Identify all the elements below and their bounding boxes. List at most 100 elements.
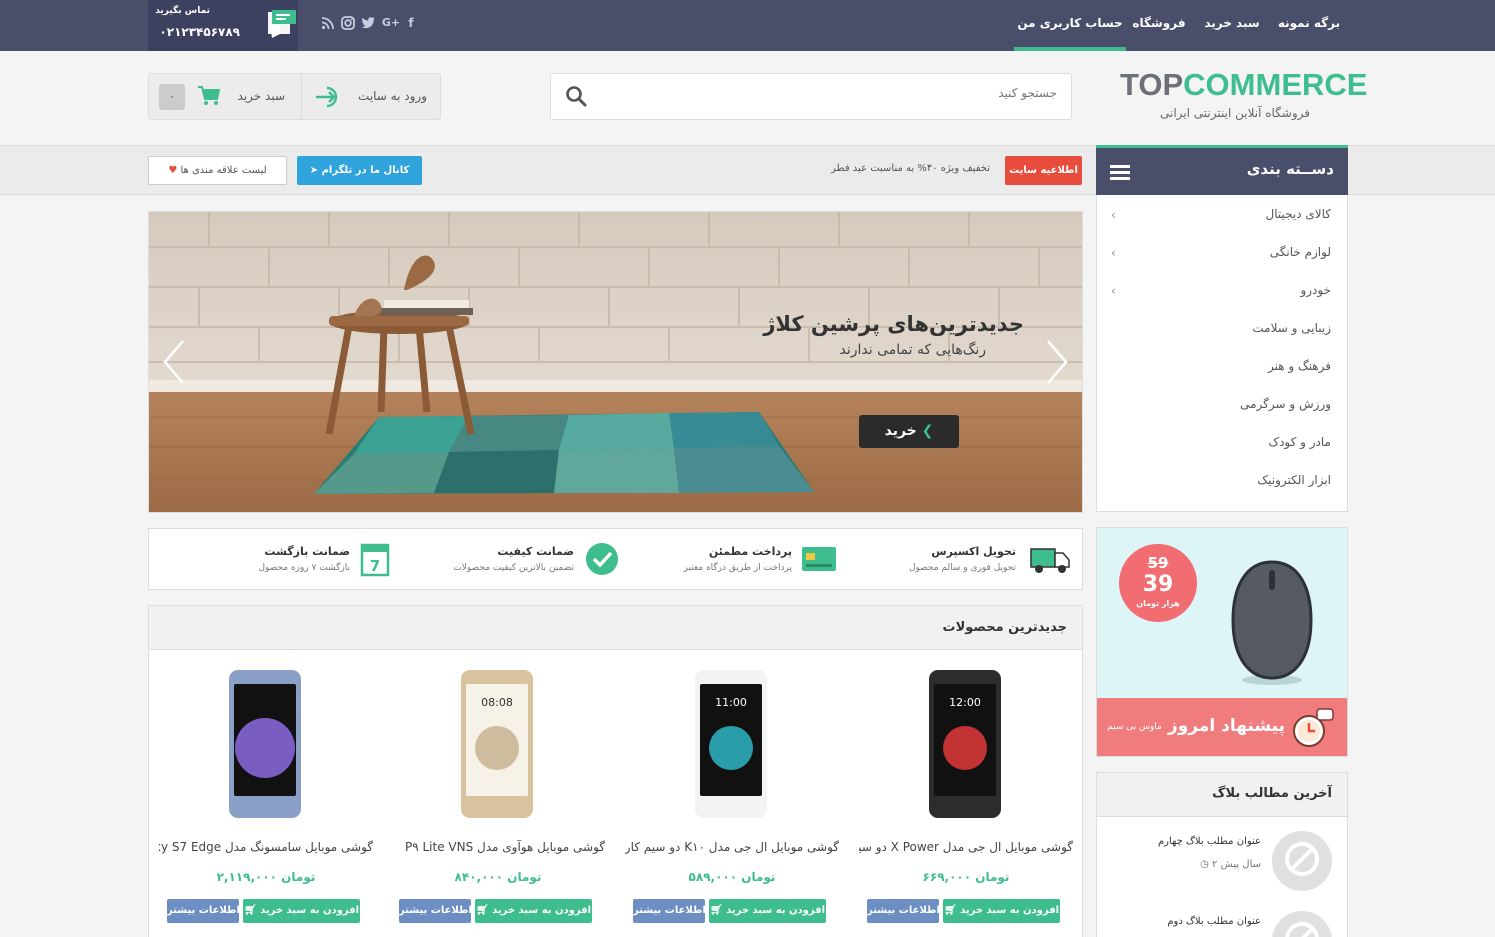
tagline: فروشگاه آنلاین اینترنتی ایرانی [1160, 106, 1310, 120]
add-to-cart-button[interactable]: 🛒︎ افزودن به سبد خرید [475, 899, 592, 923]
category-label: زیبایی و سلامت [1252, 321, 1331, 335]
logo[interactable]: TOPCOMMERCE [1120, 67, 1367, 103]
features-bar: تحویل اکسپرس تحویل فوری و سالم محصول پرد… [148, 528, 1083, 590]
feature-subtitle: تحویل فوری و سالم محصول [908, 563, 1016, 573]
category-header[interactable]: دســته بندی [1096, 145, 1348, 195]
cart-icon: 🛒︎ [709, 905, 727, 916]
product-card[interactable]: 08:08 گوشی موبایل هوآوی مدل P۹ Lite VNS ۸۴… [381, 650, 615, 937]
product-name[interactable]: گوشی موبایل ال جی مدل K۱۰ دو سیم کارت [625, 840, 839, 854]
heart-icon: ♥ [168, 165, 181, 176]
product-screen-time: 08:08 [481, 696, 513, 709]
logo-part-top: TOP [1120, 67, 1184, 102]
category-item[interactable]: ورزش و سرگرمی [1097, 386, 1347, 424]
product-name[interactable]: گوشی موبایل ال جی مدل X Power دو سیم کار… [859, 840, 1073, 854]
chevron-left-icon: ❮ [921, 423, 934, 439]
nav-sample-page[interactable]: برگه نمونه [1270, 0, 1348, 51]
product-image[interactable]: 08:08 [459, 668, 535, 820]
search-input[interactable] [617, 86, 1057, 100]
facebook-icon[interactable]: f [403, 15, 419, 31]
product-card[interactable]: 12:00 گوشی موبایل ال جی مدل X Power دو سی… [849, 650, 1083, 937]
category-item[interactable]: لوازم خانگی ‹ [1097, 234, 1347, 272]
product-price: ۲,۱۱۹,۰۰۰ تومان [216, 870, 316, 884]
header-cart-button[interactable]: سبد خرید ۰ [149, 74, 299, 119]
product-name[interactable]: گوشی موبایل سامسونگ مدل Galaxy S7 Edge [159, 840, 373, 854]
product-screen-time: 12:00 [949, 696, 981, 709]
login-button[interactable]: ورود به سایت [301, 74, 441, 119]
category-list: کالای دیجیتال ‹ لوازم خانگی ‹ خودرو ‹ زیبایی و… [1096, 195, 1348, 512]
product-image[interactable] [227, 668, 303, 820]
announcement-badge: اطلاعیه سایت [1005, 156, 1082, 185]
nav-my-account[interactable]: حساب کاربری من [1014, 0, 1126, 51]
blog-post-item[interactable]: عنوان مطلب بلاگ چهارم ◷ ۲ سال پیش [1097, 817, 1347, 897]
blog-post-title[interactable]: عنوان مطلب بلاگ دوم [1167, 916, 1261, 927]
chevron-left-icon[interactable]: ‹ [1111, 208, 1116, 222]
product-image[interactable]: 12:00 [927, 668, 1003, 820]
slider-prev-arrow-icon[interactable] [159, 337, 189, 387]
chat-support-icon [268, 10, 296, 38]
logo-part-commerce: COMMERCE [1183, 67, 1368, 102]
wishlist-button[interactable]: ♥ لیست علاقه مندی ها [148, 156, 287, 185]
product-card[interactable]: 11:00 گوشی موبایل ال جی مدل K۱۰ دو سیم کا… [615, 650, 849, 937]
category-title: دســته بندی [1246, 160, 1334, 178]
category-item[interactable]: کالای دیجیتال ‹ [1097, 196, 1347, 234]
category-item[interactable]: خودرو ‹ [1097, 272, 1347, 310]
more-info-button[interactable]: اطلاعات بیشتر [867, 899, 940, 923]
feature-subtitle: تضمین بالاترین کیفیت محصولات [453, 563, 574, 573]
blog-thumbnail[interactable] [1272, 911, 1332, 937]
category-item[interactable]: فرهنگ و هنر [1097, 348, 1347, 386]
feature-subtitle: بازگشت ۷ روزه محصول [258, 563, 350, 573]
instagram-icon[interactable] [340, 15, 356, 31]
add-to-cart-button[interactable]: 🛒︎ افزودن به سبد خرید [243, 899, 360, 923]
top-bar: برگه نمونه سبد خرید فروشگاه حساب کاربری … [0, 0, 1495, 51]
nav-cart[interactable]: سبد خرید [1196, 0, 1268, 51]
category-item[interactable]: زیبایی و سلامت [1097, 310, 1347, 348]
search-icon[interactable] [565, 85, 587, 107]
product-image[interactable]: 11:00 [693, 668, 769, 820]
more-info-button[interactable]: اطلاعات بیشتر [633, 899, 706, 923]
chevron-left-icon[interactable]: ‹ [1111, 246, 1116, 260]
telegram-icon: ➤ [309, 165, 322, 176]
daily-offer[interactable]: 59 39 هزار تومان پیشنهاد امروز ماوس بی س… [1096, 527, 1348, 757]
add-to-cart-label: افزودن به سبد خرید [726, 905, 826, 916]
product-name[interactable]: گوشی موبایل هوآوی مدل P۹ Lite VNS [391, 840, 605, 854]
twitter-icon[interactable] [360, 15, 376, 31]
product-screen-time: 11:00 [715, 696, 747, 709]
cart-count-badge: ۰ [159, 84, 185, 110]
hamburger-menu-icon[interactable] [1110, 164, 1130, 180]
rss-icon[interactable] [320, 15, 336, 31]
feature-title: ضمانت کیفیت [497, 545, 574, 558]
cart-icon: 🛒︎ [475, 905, 493, 916]
more-info-button[interactable]: اطلاعات بیشتر [167, 899, 240, 923]
add-to-cart-button[interactable]: 🛒︎ افزودن به سبد خرید [943, 899, 1060, 923]
account-box: ورود به سایت سبد خرید ۰ [148, 73, 441, 120]
chevron-left-icon[interactable]: ‹ [1111, 284, 1116, 298]
category-item[interactable]: ابزار الکترونیک [1097, 462, 1347, 500]
feature-secure-payment: پرداخت مطمئن پرداخت از طریق درگاه معتبر [617, 529, 850, 589]
no-image-icon [1285, 922, 1319, 937]
google-plus-icon[interactable]: G+ [380, 15, 402, 31]
add-to-cart-button[interactable]: 🛒︎ افزودن به سبد خرید [709, 899, 826, 923]
blog-thumbnail[interactable] [1272, 831, 1332, 891]
nav-shop[interactable]: فروشگاه [1128, 0, 1190, 51]
slider-next-arrow-icon[interactable] [1042, 337, 1072, 387]
check-badge-icon [586, 543, 618, 575]
offer-product-name: ماوس بی سیم [1107, 722, 1162, 732]
product-card[interactable]: گوشی موبایل سامسونگ مدل Galaxy S7 Edge ۲,… [149, 650, 383, 937]
slide-buy-button[interactable]: خرید ❮ [859, 415, 959, 448]
category-item[interactable]: مادر و کودک [1097, 424, 1347, 462]
product-price: ۵۸۹,۰۰۰ تومان [688, 870, 776, 884]
contact-label: تماس بگیرید [155, 6, 210, 16]
offer-bar: پیشنهاد امروز ماوس بی سیم [1097, 698, 1347, 756]
cart-icon: 🛒︎ [243, 905, 261, 916]
blog-post-title[interactable]: عنوان مطلب بلاگ چهارم [1158, 836, 1261, 847]
feature-title: ضمانت بازگشت [264, 545, 350, 558]
add-to-cart-label: افزودن به سبد خرید [492, 905, 592, 916]
announcement-text[interactable]: تخفیف ویژه ۴۰% به مناسبت عید فطر [831, 163, 990, 174]
slide-title: جدیدترین‌های پرشین کلاژ [763, 312, 1024, 336]
offer-old-price: 59 [1147, 554, 1169, 572]
telegram-channel-button[interactable]: ➤ کانال ما در تلگرام [297, 156, 422, 185]
category-label: مادر و کودک [1268, 435, 1331, 449]
hero-slider[interactable]: جدیدترین‌های پرشین کلاژ رنگ‌هایی که تمام… [148, 211, 1083, 513]
blog-post-item[interactable]: عنوان مطلب بلاگ دوم◷ ۲ سال پیش [1097, 897, 1347, 937]
more-info-button[interactable]: اطلاعات بیشتر [399, 899, 472, 923]
